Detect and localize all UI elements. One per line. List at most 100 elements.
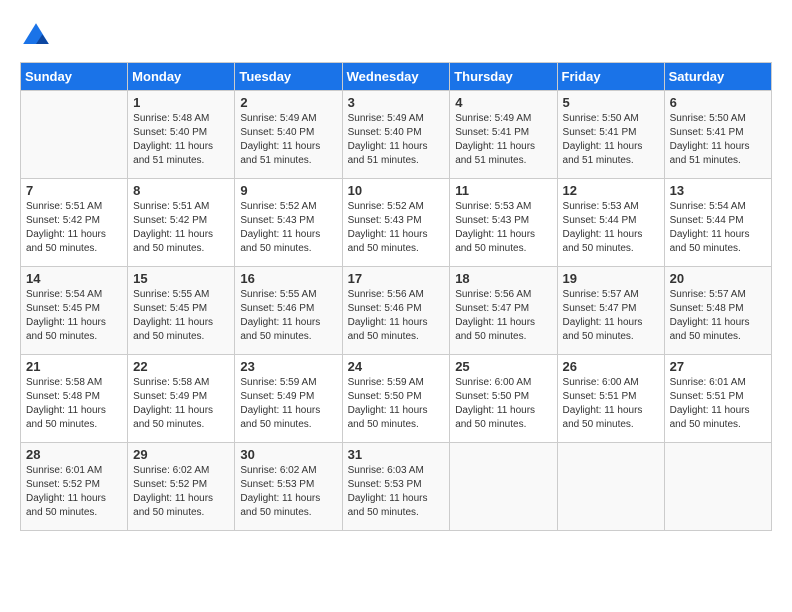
day-number: 27 — [670, 359, 766, 374]
calendar-cell: 4 Sunrise: 5:49 AM Sunset: 5:41 PM Daylig… — [450, 91, 557, 179]
day-header-saturday: Saturday — [664, 63, 771, 91]
day-info: Sunrise: 5:52 AM Sunset: 5:43 PM Dayligh… — [240, 200, 336, 256]
calendar-cell: 20 Sunrise: 5:57 AM Sunset: 5:48 PM Dayli… — [664, 267, 771, 355]
day-number: 23 — [240, 359, 336, 374]
calendar-cell: 16 Sunrise: 5:55 AM Sunset: 5:46 PM Dayli… — [235, 267, 342, 355]
day-info: Sunrise: 6:02 AM Sunset: 5:53 PM Dayligh… — [240, 464, 336, 520]
day-info: Sunrise: 5:53 AM Sunset: 5:44 PM Dayligh… — [563, 200, 659, 256]
day-header-thursday: Thursday — [450, 63, 557, 91]
day-number: 29 — [133, 447, 229, 462]
calendar-week-3: 14Sunrise: 5:54 AM Sunset: 5:45 PM Dayli… — [21, 267, 772, 355]
day-info: Sunrise: 5:57 AM Sunset: 5:48 PM Dayligh… — [670, 288, 766, 344]
day-info: Sunrise: 5:55 AM Sunset: 5:45 PM Dayligh… — [133, 288, 229, 344]
calendar-cell: 26 Sunrise: 6:00 AM Sunset: 5:51 PM Dayli… — [557, 355, 664, 443]
calendar-week-1: 1 Sunrise: 5:48 AM Sunset: 5:40 PM Daylig… — [21, 91, 772, 179]
day-info: Sunrise: 6:00 AM Sunset: 5:51 PM Dayligh… — [563, 376, 659, 432]
day-info: Sunrise: 5:51 AM Sunset: 5:42 PM Dayligh… — [26, 200, 122, 256]
calendar-cell: 29Sunrise: 6:02 AM Sunset: 5:52 PM Dayli… — [128, 443, 235, 531]
day-info: Sunrise: 5:49 AM Sunset: 5:40 PM Dayligh… — [240, 112, 336, 168]
calendar-cell: 15 Sunrise: 5:55 AM Sunset: 5:45 PM Dayli… — [128, 267, 235, 355]
calendar-week-4: 21 Sunrise: 5:58 AM Sunset: 5:48 PM Dayli… — [21, 355, 772, 443]
calendar-cell — [664, 443, 771, 531]
day-number: 25 — [455, 359, 551, 374]
calendar-cell: 25 Sunrise: 6:00 AM Sunset: 5:50 PM Dayli… — [450, 355, 557, 443]
day-info: Sunrise: 5:53 AM Sunset: 5:43 PM Dayligh… — [455, 200, 551, 256]
day-number: 6 — [670, 95, 766, 110]
day-info: Sunrise: 5:59 AM Sunset: 5:50 PM Dayligh… — [348, 376, 445, 432]
day-info: Sunrise: 6:01 AM Sunset: 5:52 PM Dayligh… — [26, 464, 122, 520]
day-number: 14 — [26, 271, 122, 286]
day-number: 8 — [133, 183, 229, 198]
calendar-cell: 10 Sunrise: 5:52 AM Sunset: 5:43 PM Dayli… — [342, 179, 450, 267]
calendar-week-2: 7 Sunrise: 5:51 AM Sunset: 5:42 PM Daylig… — [21, 179, 772, 267]
calendar-cell: 2 Sunrise: 5:49 AM Sunset: 5:40 PM Daylig… — [235, 91, 342, 179]
day-number: 10 — [348, 183, 445, 198]
day-info: Sunrise: 5:50 AM Sunset: 5:41 PM Dayligh… — [670, 112, 766, 168]
day-info: Sunrise: 6:03 AM Sunset: 5:53 PM Dayligh… — [348, 464, 445, 520]
calendar-cell: 21 Sunrise: 5:58 AM Sunset: 5:48 PM Dayli… — [21, 355, 128, 443]
day-info: Sunrise: 5:49 AM Sunset: 5:41 PM Dayligh… — [455, 112, 551, 168]
calendar-cell: 9 Sunrise: 5:52 AM Sunset: 5:43 PM Daylig… — [235, 179, 342, 267]
day-number: 30 — [240, 447, 336, 462]
day-info: Sunrise: 5:57 AM Sunset: 5:47 PM Dayligh… — [563, 288, 659, 344]
calendar-cell: 30 Sunrise: 6:02 AM Sunset: 5:53 PM Dayli… — [235, 443, 342, 531]
calendar-cell: 23Sunrise: 5:59 AM Sunset: 5:49 PM Dayli… — [235, 355, 342, 443]
day-header-sunday: Sunday — [21, 63, 128, 91]
logo-icon — [20, 20, 52, 52]
calendar-table: SundayMondayTuesdayWednesdayThursdayFrid… — [20, 62, 772, 531]
day-number: 26 — [563, 359, 659, 374]
day-number: 15 — [133, 271, 229, 286]
logo — [20, 20, 56, 52]
calendar-cell: 27 Sunrise: 6:01 AM Sunset: 5:51 PM Dayli… — [664, 355, 771, 443]
day-header-wednesday: Wednesday — [342, 63, 450, 91]
day-number: 19 — [563, 271, 659, 286]
day-info: Sunrise: 5:48 AM Sunset: 5:40 PM Dayligh… — [133, 112, 229, 168]
calendar-cell: 28 Sunrise: 6:01 AM Sunset: 5:52 PM Dayli… — [21, 443, 128, 531]
day-number: 12 — [563, 183, 659, 198]
calendar-week-5: 28 Sunrise: 6:01 AM Sunset: 5:52 PM Dayli… — [21, 443, 772, 531]
day-number: 18 — [455, 271, 551, 286]
day-number: 20 — [670, 271, 766, 286]
calendar-cell: 12 Sunrise: 5:53 AM Sunset: 5:44 PM Dayli… — [557, 179, 664, 267]
day-number: 9 — [240, 183, 336, 198]
page-header — [20, 20, 772, 52]
calendar-cell: 14Sunrise: 5:54 AM Sunset: 5:45 PM Dayli… — [21, 267, 128, 355]
day-info: Sunrise: 5:58 AM Sunset: 5:49 PM Dayligh… — [133, 376, 229, 432]
day-number: 31 — [348, 447, 445, 462]
calendar-cell: 5Sunrise: 5:50 AM Sunset: 5:41 PM Daylig… — [557, 91, 664, 179]
calendar-cell: 17 Sunrise: 5:56 AM Sunset: 5:46 PM Dayli… — [342, 267, 450, 355]
calendar-header-row: SundayMondayTuesdayWednesdayThursdayFrid… — [21, 63, 772, 91]
day-number: 2 — [240, 95, 336, 110]
calendar-cell — [557, 443, 664, 531]
calendar-cell: 19 Sunrise: 5:57 AM Sunset: 5:47 PM Dayli… — [557, 267, 664, 355]
day-number: 13 — [670, 183, 766, 198]
calendar-cell — [450, 443, 557, 531]
day-info: Sunrise: 5:52 AM Sunset: 5:43 PM Dayligh… — [348, 200, 445, 256]
day-number: 4 — [455, 95, 551, 110]
day-info: Sunrise: 6:01 AM Sunset: 5:51 PM Dayligh… — [670, 376, 766, 432]
calendar-cell: 22Sunrise: 5:58 AM Sunset: 5:49 PM Dayli… — [128, 355, 235, 443]
day-number: 28 — [26, 447, 122, 462]
calendar-cell: 24 Sunrise: 5:59 AM Sunset: 5:50 PM Dayli… — [342, 355, 450, 443]
day-info: Sunrise: 5:54 AM Sunset: 5:44 PM Dayligh… — [670, 200, 766, 256]
day-number: 1 — [133, 95, 229, 110]
day-info: Sunrise: 5:51 AM Sunset: 5:42 PM Dayligh… — [133, 200, 229, 256]
calendar-cell: 13 Sunrise: 5:54 AM Sunset: 5:44 PM Dayli… — [664, 179, 771, 267]
day-number: 17 — [348, 271, 445, 286]
day-info: Sunrise: 5:56 AM Sunset: 5:46 PM Dayligh… — [348, 288, 445, 344]
day-info: Sunrise: 5:55 AM Sunset: 5:46 PM Dayligh… — [240, 288, 336, 344]
day-info: Sunrise: 5:58 AM Sunset: 5:48 PM Dayligh… — [26, 376, 122, 432]
day-info: Sunrise: 6:00 AM Sunset: 5:50 PM Dayligh… — [455, 376, 551, 432]
calendar-cell: 31 Sunrise: 6:03 AM Sunset: 5:53 PM Dayli… — [342, 443, 450, 531]
calendar-cell: 7 Sunrise: 5:51 AM Sunset: 5:42 PM Daylig… — [21, 179, 128, 267]
calendar-cell — [21, 91, 128, 179]
day-header-monday: Monday — [128, 63, 235, 91]
day-number: 11 — [455, 183, 551, 198]
calendar-cell: 11 Sunrise: 5:53 AM Sunset: 5:43 PM Dayli… — [450, 179, 557, 267]
day-number: 21 — [26, 359, 122, 374]
day-header-tuesday: Tuesday — [235, 63, 342, 91]
day-number: 7 — [26, 183, 122, 198]
day-info: Sunrise: 5:56 AM Sunset: 5:47 PM Dayligh… — [455, 288, 551, 344]
day-number: 16 — [240, 271, 336, 286]
day-number: 24 — [348, 359, 445, 374]
